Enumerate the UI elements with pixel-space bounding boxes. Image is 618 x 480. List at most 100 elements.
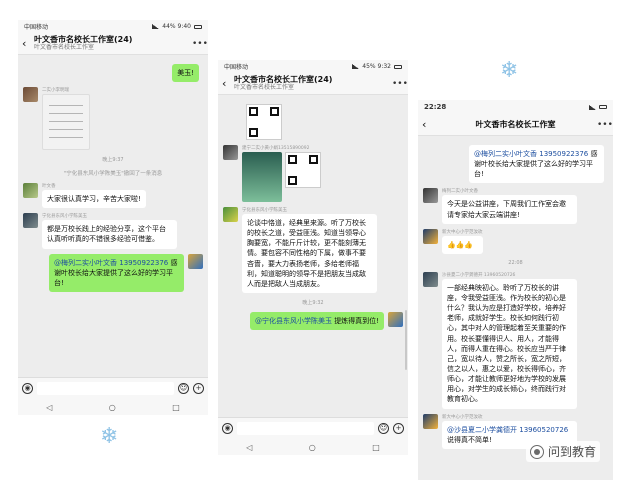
chat-message bbox=[223, 104, 403, 140]
message-bubble[interactable]: 都是万校长践上的经验分享，这个平台认真听听真的不错很多经验可借鉴。 bbox=[42, 220, 177, 249]
snowflake-icon: ❄ bbox=[500, 58, 519, 83]
message-bubble[interactable]: 论谈中恪道，经典里来源。听了万校长的校长之道，受益匪浅。知道当领导心胸要宽，不能… bbox=[242, 214, 377, 293]
carrier-label: 中国移动 bbox=[224, 64, 249, 71]
chat-message: 美玉! bbox=[23, 64, 203, 83]
message-bubble[interactable]: 美玉! bbox=[172, 64, 199, 83]
avatar[interactable] bbox=[423, 271, 438, 287]
message-bubble[interactable]: 今天是公益讲座，下周我们工作室会邀请专家给大家云端讲座! bbox=[442, 195, 577, 224]
back-nav-icon[interactable]: ◁ bbox=[46, 403, 52, 412]
message-text: 提炼得真到位! bbox=[334, 316, 379, 325]
chat-area: @梅列二实小叶文香 13950922376 感谢叶校长给大家提供了这么好的学习平… bbox=[418, 136, 613, 458]
chat-area: 美玉! 二实小李明瑞 晚上9:37 "宁化县东风小学陈美玉"撤回了一条消息 叶文… bbox=[18, 55, 208, 301]
chat-message: @梅列二实小叶文香 13950922376 感谢叶校长给大家提供了这么好的学习平… bbox=[423, 145, 608, 184]
avatar[interactable] bbox=[423, 228, 438, 244]
voice-icon[interactable]: ◉ bbox=[22, 383, 33, 394]
phone-link[interactable]: 13960520726 bbox=[519, 426, 568, 434]
chat-message: @梅列二实小叶文香 13950922376 感谢叶校长给大家提供了这么好的学习平… bbox=[23, 253, 203, 292]
message-bubble[interactable]: @梅列二实小叶文香 13950922376 感谢叶校长给大家提供了这么好的学习平… bbox=[49, 253, 184, 292]
message-bubble[interactable]: 大家很认真学习，辛苦大家啦! bbox=[42, 190, 146, 209]
voice-icon[interactable]: ◉ bbox=[222, 423, 233, 434]
chat-message: 沙县夏二小学龚德开 13960520726 一部经典映初心。聆听了万校长的讲座，… bbox=[423, 271, 608, 409]
avatar[interactable] bbox=[23, 213, 38, 229]
mention[interactable]: @宁化县东风小学陈美玉 bbox=[255, 317, 332, 325]
sender-name: 建宁二实小黄小娟13515890092 bbox=[242, 146, 310, 151]
more-icon[interactable]: ••• bbox=[192, 39, 208, 49]
sender-name: 二实小李明瑞 bbox=[42, 88, 69, 94]
avatar[interactable] bbox=[223, 207, 238, 222]
signal-icon bbox=[589, 104, 596, 110]
mention[interactable]: @梅列二实小叶文香 bbox=[54, 259, 117, 267]
message-input[interactable] bbox=[237, 422, 374, 435]
chat-message: 宁化县东风小学陈美玉 都是万校长践上的经验分享，这个平台认真听听真的不错很多经验… bbox=[23, 213, 203, 249]
message-bubble[interactable]: @宁化县东风小学陈美玉 提炼得真到位! bbox=[249, 311, 384, 331]
sender-name: 叶文香 bbox=[42, 184, 56, 190]
mention[interactable]: @梅列二实小叶文香 bbox=[474, 150, 537, 158]
message-bubble[interactable]: @梅列二实小叶文香 13950922376 感谢叶校长给大家提供了这么好的学习平… bbox=[469, 145, 604, 184]
back-nav-icon[interactable]: ◁ bbox=[246, 443, 252, 452]
chat-subtitle: 叶文香市名校长工作室 bbox=[234, 84, 295, 91]
emoji-icon[interactable]: ☺ bbox=[378, 423, 389, 434]
chat-subtitle: 叶文香市名校长工作室 bbox=[34, 44, 95, 51]
avatar[interactable] bbox=[223, 145, 238, 160]
sender-name: 梅列二实小叶文香 bbox=[442, 189, 478, 195]
emoji-message[interactable]: 👍👍👍 bbox=[442, 235, 483, 254]
recent-nav-icon[interactable]: □ bbox=[172, 403, 180, 412]
sender-name: 宁化县东风小学陈美玉 bbox=[42, 214, 87, 220]
battery-icon bbox=[194, 24, 202, 29]
phone-screenshot-1: 中国移动 44% 9:40 ‹ 叶文香市名校长工作室(24) 叶文香市名校长工作… bbox=[18, 20, 208, 415]
avatar[interactable] bbox=[23, 183, 38, 199]
phone-link[interactable]: 13950922376 bbox=[119, 259, 168, 267]
chat-message: 新大中心小学范汝玫 👍👍👍 bbox=[423, 228, 608, 254]
timestamp: 晚上9:32 bbox=[302, 299, 324, 306]
phone-screenshot-2: 中国移动 45% 9:32 ‹ 叶文香市名校长工作室(24) 叶文香市名校长工作… bbox=[218, 60, 408, 455]
battery-icon bbox=[599, 105, 607, 109]
chat-title: 叶文香市名校长工作室 bbox=[475, 119, 556, 129]
more-icon[interactable]: ••• bbox=[597, 120, 613, 130]
more-icon[interactable]: ••• bbox=[392, 79, 408, 89]
avatar[interactable] bbox=[23, 87, 38, 103]
back-icon[interactable]: ‹ bbox=[22, 37, 34, 50]
phone-screenshot-3: 22:28 ‹ 叶文香市名校长工作室 ••• @梅列二实小叶文香 1395092… bbox=[418, 100, 613, 480]
avatar[interactable] bbox=[188, 253, 203, 269]
message-text: 说得真不简单! bbox=[447, 435, 492, 444]
recent-nav-icon[interactable]: □ bbox=[372, 443, 380, 452]
avatar[interactable] bbox=[388, 311, 403, 327]
battery-icon bbox=[394, 64, 402, 69]
signal-icon bbox=[152, 24, 160, 29]
system-nav-bar: ◁ ○ □ bbox=[18, 399, 208, 415]
emoji-icon[interactable]: ☺ bbox=[178, 383, 189, 394]
message-input[interactable] bbox=[37, 382, 174, 395]
chat-header: ‹ 叶文香市名校长工作室 ••• bbox=[418, 114, 613, 136]
qr-code-image[interactable] bbox=[285, 152, 321, 188]
avatar[interactable] bbox=[423, 413, 438, 429]
plus-icon[interactable]: + bbox=[193, 383, 204, 394]
back-icon[interactable]: ‹ bbox=[422, 118, 434, 131]
system-notice: "宁化县东风小学陈美玉"撤回了一条消息 bbox=[63, 171, 163, 178]
chat-header: ‹ 叶文香市名校长工作室(24) 叶文香市名校长工作室 ••• bbox=[218, 73, 408, 95]
home-nav-icon[interactable]: ○ bbox=[109, 403, 116, 412]
sender-name: 新大中心小学范汝玫 bbox=[442, 229, 483, 235]
status-bar: 中国移动 44% 9:40 bbox=[18, 20, 208, 33]
watermark-logo-icon bbox=[529, 444, 544, 459]
chat-message: 二实小李明瑞 bbox=[23, 87, 203, 151]
chat-message: @宁化县东风小学陈美玉 提炼得真到位! bbox=[223, 311, 403, 331]
qr-code-image[interactable] bbox=[246, 104, 282, 140]
status-bar: 22:28 bbox=[418, 100, 613, 114]
phone-link[interactable]: 13950922376 bbox=[539, 150, 588, 158]
image-message[interactable] bbox=[242, 152, 282, 202]
scrollbar[interactable] bbox=[405, 310, 407, 370]
home-nav-icon[interactable]: ○ bbox=[309, 443, 316, 452]
signal-icon bbox=[352, 64, 360, 69]
input-bar: ◉ ☺ + bbox=[218, 417, 408, 439]
plus-icon[interactable]: + bbox=[393, 423, 404, 434]
back-icon[interactable]: ‹ bbox=[222, 77, 234, 90]
image-message[interactable] bbox=[42, 94, 90, 151]
chat-message: 叶文香 大家很认真学习，辛苦大家啦! bbox=[23, 183, 203, 209]
mention[interactable]: @沙县夏二小学龚德开 bbox=[447, 426, 517, 434]
message-bubble[interactable]: 一部经典映初心。聆听了万校长的讲座，令我受益匪浅。作为校长的初心是什么？我认为应… bbox=[442, 278, 577, 409]
chat-header: ‹ 叶文香市名校长工作室(24) 叶文香市名校长工作室 ••• bbox=[18, 33, 208, 55]
chat-message: 梅列二实小叶文香 今天是公益讲座，下周我们工作室会邀请专家给大家云端讲座! bbox=[423, 188, 608, 224]
avatar[interactable] bbox=[423, 188, 438, 204]
input-bar: ◉ ☺ + bbox=[18, 377, 208, 399]
watermark-text: 问到教育 bbox=[547, 445, 596, 459]
